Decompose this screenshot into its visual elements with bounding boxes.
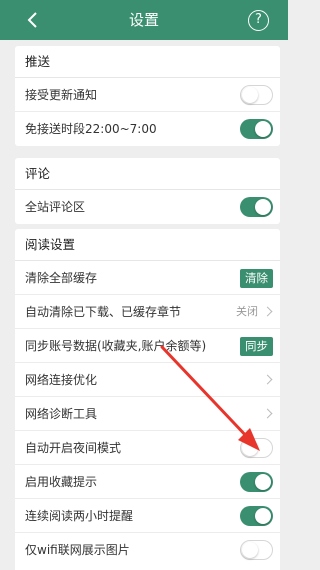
setting-label: 连续阅读两小时提醒 (25, 509, 134, 523)
chevron-right-icon (262, 374, 273, 385)
page-title: 设置 (128, 11, 159, 29)
setting-row-quiet-hours[interactable]: 免接送时段22:00~7:00 (15, 112, 280, 146)
favorite-hint-toggle[interactable] (240, 472, 273, 492)
setting-label: 启用收藏提示 (25, 475, 98, 489)
wifi-images-toggle[interactable] (240, 540, 273, 560)
setting-label: 全站评论区 (25, 200, 86, 214)
setting-row-site-comments[interactable]: 全站评论区 (15, 190, 280, 224)
sync-button[interactable]: 同步 (240, 337, 273, 356)
setting-label: 网络连接优化 (25, 373, 98, 387)
reading-settings-card: 阅读设置 清除全部缓存 清除 自动清除已下载、已缓存章节 关闭 同步账号数据(收… (15, 229, 280, 570)
setting-row-sync-account[interactable]: 同步账号数据(收藏夹,账户余额等) 同步 (15, 329, 280, 363)
clear-cache-button[interactable]: 清除 (240, 269, 273, 288)
setting-label: 网络诊断工具 (25, 407, 98, 421)
chevron-right-icon (262, 306, 273, 317)
chevron-right-icon (262, 408, 273, 419)
section-title-comments: 评论 (15, 158, 280, 190)
setting-row-network-diagnose[interactable]: 网络诊断工具 (15, 397, 280, 431)
site-comments-toggle[interactable] (240, 197, 273, 217)
setting-label: 接受更新通知 (25, 88, 98, 102)
setting-label: 清除全部缓存 (25, 271, 98, 285)
setting-label: 自动清除已下载、已缓存章节 (25, 305, 182, 319)
setting-row-clear-cache[interactable]: 清除全部缓存 清除 (15, 261, 280, 295)
help-icon[interactable]: ? (248, 10, 269, 31)
auto-clear-value: 关闭 (236, 305, 258, 318)
setting-label: 仅wifi联网展示图片 (25, 543, 130, 557)
section-title-push: 推送 (15, 46, 280, 78)
setting-row-wifi-images[interactable]: 仅wifi联网展示图片 (15, 533, 280, 567)
setting-label: 同步账号数据(收藏夹,账户余额等) (25, 339, 207, 353)
setting-row-auto-clear[interactable]: 自动清除已下载、已缓存章节 关闭 (15, 295, 280, 329)
setting-row-reading-reminder[interactable]: 连续阅读两小时提醒 (15, 499, 280, 533)
update-notify-toggle[interactable] (240, 85, 273, 105)
setting-label: 自动开启夜间模式 (25, 441, 122, 455)
top-bar: 设置 ? (0, 0, 288, 40)
setting-label: 免接送时段22:00~7:00 (25, 122, 157, 136)
auto-night-mode-toggle[interactable] (240, 438, 273, 458)
comment-settings-card: 评论 全站评论区 (15, 158, 280, 224)
quiet-hours-toggle[interactable] (240, 119, 273, 139)
reading-reminder-toggle[interactable] (240, 506, 273, 526)
section-title-reading: 阅读设置 (15, 229, 280, 261)
setting-row-network-optimize[interactable]: 网络连接优化 (15, 363, 280, 397)
push-settings-card: 推送 接受更新通知 免接送时段22:00~7:00 (15, 46, 280, 146)
setting-row-favorite-hint[interactable]: 启用收藏提示 (15, 465, 280, 499)
setting-row-auto-night-mode[interactable]: 自动开启夜间模式 (15, 431, 280, 465)
setting-row-update-notify[interactable]: 接受更新通知 (15, 78, 280, 112)
